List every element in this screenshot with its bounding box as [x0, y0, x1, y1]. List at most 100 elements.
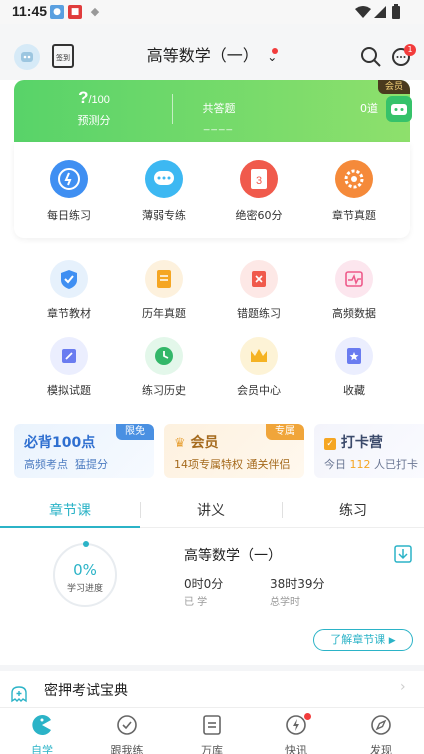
tab-practice[interactable]: 练习: [303, 500, 403, 520]
grid-item-label: 历年真题: [142, 307, 186, 320]
calendar-3-icon: 3: [240, 160, 278, 198]
quick-action-secret[interactable]: 3 绝密60分: [219, 160, 299, 223]
total-answered: 共答题 ____: [184, 80, 254, 142]
exam-guide-bar[interactable]: 密押考试宝典 ›: [0, 665, 424, 707]
promo-title: 必背100点: [24, 435, 96, 451]
nav-label: 自学: [31, 744, 53, 754]
grid-item-past-papers[interactable]: 历年真题: [124, 260, 204, 321]
edit-icon: [50, 337, 88, 375]
predicted-score-label: 预测分: [77, 115, 111, 127]
battery-icon: [392, 4, 400, 19]
promo-title-text: 会员: [190, 435, 219, 451]
course-card: 0% 学习进度 高等数学（一） 0时0分 已 学 38时39分 总学时 了解章节…: [0, 529, 424, 665]
tab-label: 讲义: [197, 503, 225, 519]
total-time: 38时39分: [270, 577, 325, 591]
signal-icon: [374, 6, 386, 18]
clock-icon: [145, 337, 183, 375]
check-circle-icon: [117, 715, 137, 735]
progress-value: 0%: [73, 561, 97, 579]
shield-icon: [50, 260, 88, 298]
promo-tag: 专属: [266, 424, 304, 440]
promo-subtitle: 高频考点 猛提分: [24, 456, 108, 472]
promo-title: ♛ 会员: [174, 432, 219, 452]
promo-must-memorize[interactable]: 必背100点 高频考点 猛提分 限免: [14, 424, 154, 478]
search-icon[interactable]: [360, 46, 382, 68]
grid-item-history[interactable]: 练习历史: [124, 337, 204, 398]
app-screen: 11:45 ● ■ ◆ 签到 高等数学（一） ⌄ 1 ?/100 预测分 共答题…: [0, 0, 424, 754]
bottom-nav: 自学 跟我练 万库 快讯 发现: [0, 707, 424, 754]
promo-subtitle-b: 猛提分: [75, 458, 108, 471]
stats-card[interactable]: ?/100 预测分 共答题 ____ 0道 会员: [14, 80, 412, 142]
status-bar: 11:45 ● ■ ◆: [0, 0, 424, 24]
download-icon[interactable]: [394, 545, 412, 563]
error-card-icon: [240, 260, 278, 298]
learn-more-button[interactable]: 了解章节课 ▶: [313, 629, 413, 651]
progress-ring: 0% 学习进度: [53, 541, 117, 607]
grid-item-member-center[interactable]: 会员中心: [219, 337, 299, 398]
library-icon: [203, 715, 221, 735]
checkbox-icon: ✓: [324, 438, 336, 450]
quick-action-weak[interactable]: 薄弱专练: [124, 160, 204, 223]
tab-divider: [140, 502, 141, 518]
svg-text:3: 3: [256, 175, 262, 187]
nav-discover[interactable]: 发现: [351, 714, 411, 754]
app-notification-icon: ■: [68, 5, 82, 19]
quick-action-label: 每日练习: [47, 209, 91, 222]
active-tab-indicator: [0, 526, 140, 528]
header: 签到 高等数学（一） ⌄ 1: [0, 24, 424, 80]
grid-item-mock-exam[interactable]: 模拟试题: [29, 337, 109, 398]
quick-action-chapter-exam[interactable]: 章节真题: [314, 160, 394, 223]
nav-label: 跟我练: [110, 744, 144, 754]
grid-item-label: 模拟试题: [47, 384, 91, 397]
compass-icon: [371, 715, 391, 735]
quick-action-daily[interactable]: 每日练习: [29, 160, 109, 223]
promo-checkin-camp[interactable]: ✓ 打卡营 今日 112 人已打卡: [314, 424, 424, 478]
quick-action-label: 章节真题: [332, 209, 376, 222]
tab-label: 章节课: [49, 503, 91, 519]
predicted-score-suffix: /100: [88, 94, 110, 106]
star-icon: [335, 337, 373, 375]
grid-item-wrong-questions[interactable]: 错题练习: [219, 260, 299, 321]
tab-chapter-course[interactable]: 章节课: [20, 500, 120, 520]
divider: [172, 94, 173, 124]
tab-label: 练习: [339, 503, 367, 519]
document-icon: [145, 260, 183, 298]
crown-icon: [240, 337, 278, 375]
learn-more-label: 了解章节课: [330, 633, 386, 646]
news-red-dot: [304, 713, 311, 720]
grid-item-label: 章节教材: [47, 307, 91, 320]
course-name: 高等数学（一）: [184, 548, 282, 564]
nav-label: 快讯: [285, 744, 307, 754]
grid-item-favorites[interactable]: 收藏: [314, 337, 394, 398]
gear-icon: [335, 160, 373, 198]
promo-member[interactable]: ♛ 会员 14项专属特权 通关伴侣 专属: [164, 424, 304, 478]
ghost-icon: [11, 686, 27, 703]
grid-item-textbook[interactable]: 章节教材: [29, 260, 109, 321]
nav-follow-practice[interactable]: 跟我练: [97, 714, 157, 754]
nav-self-study[interactable]: 自学: [12, 714, 72, 754]
nav-library[interactable]: 万库: [182, 714, 242, 754]
promo-subtitle: 今日 112 人已打卡: [324, 456, 418, 472]
pacman-icon: [32, 715, 51, 735]
course-tabs: 章节课 讲义 练习: [0, 492, 424, 528]
crown-icon: ♛: [174, 436, 186, 451]
total-answered-label: 共答题: [202, 103, 236, 115]
grid-item-high-frequency[interactable]: 高频数据: [314, 260, 394, 321]
checkin-count: 112: [349, 458, 371, 471]
nav-news[interactable]: 快讯: [266, 714, 326, 754]
play-circle-icon: ▶: [388, 636, 396, 646]
promo-subtitle-a: 今日: [324, 458, 346, 471]
robot-face-icon: [391, 104, 407, 115]
quick-action-label: 薄弱专练: [142, 209, 186, 222]
robot-widget-icon[interactable]: [386, 96, 412, 122]
chevron-right-icon: ›: [400, 679, 406, 695]
pulse-icon: [335, 260, 373, 298]
app-notification-icon: ●: [50, 5, 64, 19]
chat-bubble-icon: [145, 160, 183, 198]
lightning-icon: [50, 160, 88, 198]
grid-item-label: 错题练习: [237, 307, 281, 320]
wifi-icon: [355, 6, 371, 18]
tab-handouts[interactable]: 讲义: [161, 500, 261, 520]
vip-tag: 会员: [378, 80, 410, 94]
progress-dot: [83, 541, 89, 547]
